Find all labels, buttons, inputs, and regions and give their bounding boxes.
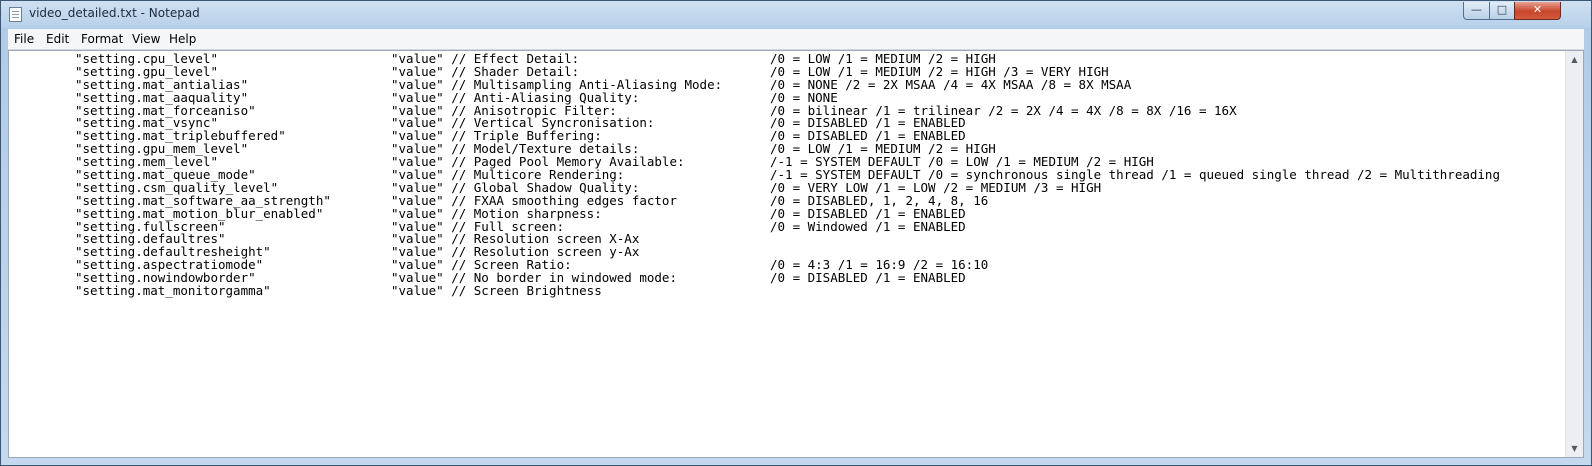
document-text[interactable]: "setting.cpu_level" "value" // Effect Det… (11, 52, 1551, 453)
menu-help[interactable]: Help (169, 32, 196, 46)
menu-view[interactable]: View (132, 32, 160, 46)
menu-file[interactable]: File (14, 32, 34, 46)
setting-comment: "value" // Screen Brightness (391, 283, 602, 299)
text-line[interactable]: "setting.fullscreen" "value" // Full scre… (11, 218, 1551, 234)
minimize-button[interactable]: — (1463, 2, 1490, 20)
window-bottom-edge (8, 458, 1584, 466)
notepad-window: video_detailed.txt - Notepad — □ ✕ File … (0, 0, 1592, 466)
menu-edit[interactable]: Edit (46, 32, 69, 46)
text-editor[interactable]: "setting.cpu_level" "value" // Effect Det… (8, 50, 1584, 458)
setting-options: /0 = DISABLED /1 = ENABLED (770, 270, 966, 286)
scroll-down-arrow-icon[interactable]: ▼ (1566, 440, 1583, 457)
maximize-button[interactable]: □ (1489, 2, 1515, 20)
text-line[interactable]: "setting.mat_monitorgamma" "value" // Scr… (11, 283, 1551, 299)
window-title: video_detailed.txt - Notepad (29, 6, 200, 20)
setting-key: "setting.mat_monitorgamma" (75, 283, 271, 299)
close-button[interactable]: ✕ (1514, 2, 1561, 20)
scroll-up-arrow-icon[interactable]: ▲ (1566, 51, 1583, 68)
menu-bar: File Edit Format View Help (8, 29, 1584, 50)
vertical-scrollbar[interactable]: ▲ ▼ (1565, 51, 1583, 457)
setting-options: /0 = Windowed /1 = ENABLED (770, 218, 966, 234)
menu-format[interactable]: Format (81, 32, 123, 46)
notepad-icon[interactable] (9, 7, 22, 22)
title-bar[interactable]: video_detailed.txt - Notepad — □ ✕ (1, 1, 1591, 28)
